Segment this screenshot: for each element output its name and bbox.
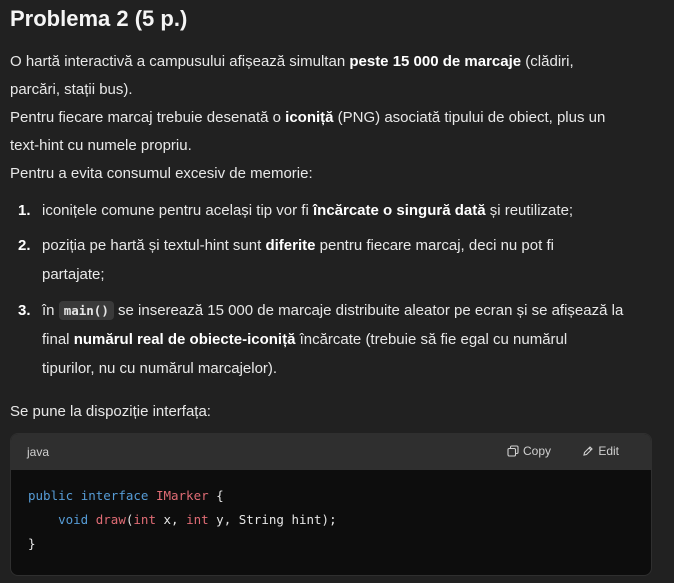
highlight-marker-count: peste 15 000 de marcaje [349, 53, 522, 70]
list-number: 2. [18, 237, 31, 254]
inline-code: main() [58, 301, 114, 320]
edit-label: Edit [598, 444, 619, 458]
edit-button[interactable]: Edit [582, 444, 619, 458]
list-number: 3. [18, 302, 31, 319]
outro-text: Se pune la dispoziție interfața: [10, 403, 211, 420]
list-text: în main() se inserează 15 000 de marcaje… [42, 301, 624, 377]
list-number: 1. [18, 202, 31, 219]
list-item: 1. iconițele comune pentru același tip v… [10, 196, 650, 226]
list-item: 3. în main() se inserează 15 000 de marc… [10, 296, 650, 384]
page-title: Problema 2 (5 p.) [10, 6, 188, 31]
intro-line-5: Pentru a evita consumul excesiv de memor… [10, 165, 313, 182]
intro-line-3: Pentru fiecare marcaj trebuie desenată o… [10, 109, 606, 126]
code-line: void draw(int x, int y, String hint); [58, 512, 337, 527]
intro-line-2: parcări, stații bus). [10, 81, 133, 98]
list-text: iconițele comune pentru același tip vor … [42, 202, 574, 219]
code-language: java [27, 445, 50, 459]
code-block: java Copy Edit public interface IMarker … [10, 433, 652, 576]
code-block-header: java Copy Edit [11, 434, 651, 470]
copy-icon [507, 445, 519, 457]
code-content: public interface IMarker { void draw(int… [11, 470, 651, 570]
code-line: } [28, 536, 36, 551]
list-text: poziția pe hartă și textul-hint sunt dif… [42, 237, 554, 283]
copy-button[interactable]: Copy [507, 444, 551, 458]
intro-line-1: O hartă interactivă a campusului afișeaz… [10, 53, 574, 70]
highlight-icon: iconiță [285, 109, 334, 126]
pencil-icon [583, 446, 594, 456]
code-line: public interface IMarker { [28, 488, 224, 503]
list-item: 2. poziția pe hartă și textul-hint sunt … [10, 231, 650, 289]
intro-line-4: text-hint cu numele propriu. [10, 137, 192, 154]
copy-label: Copy [522, 444, 551, 458]
